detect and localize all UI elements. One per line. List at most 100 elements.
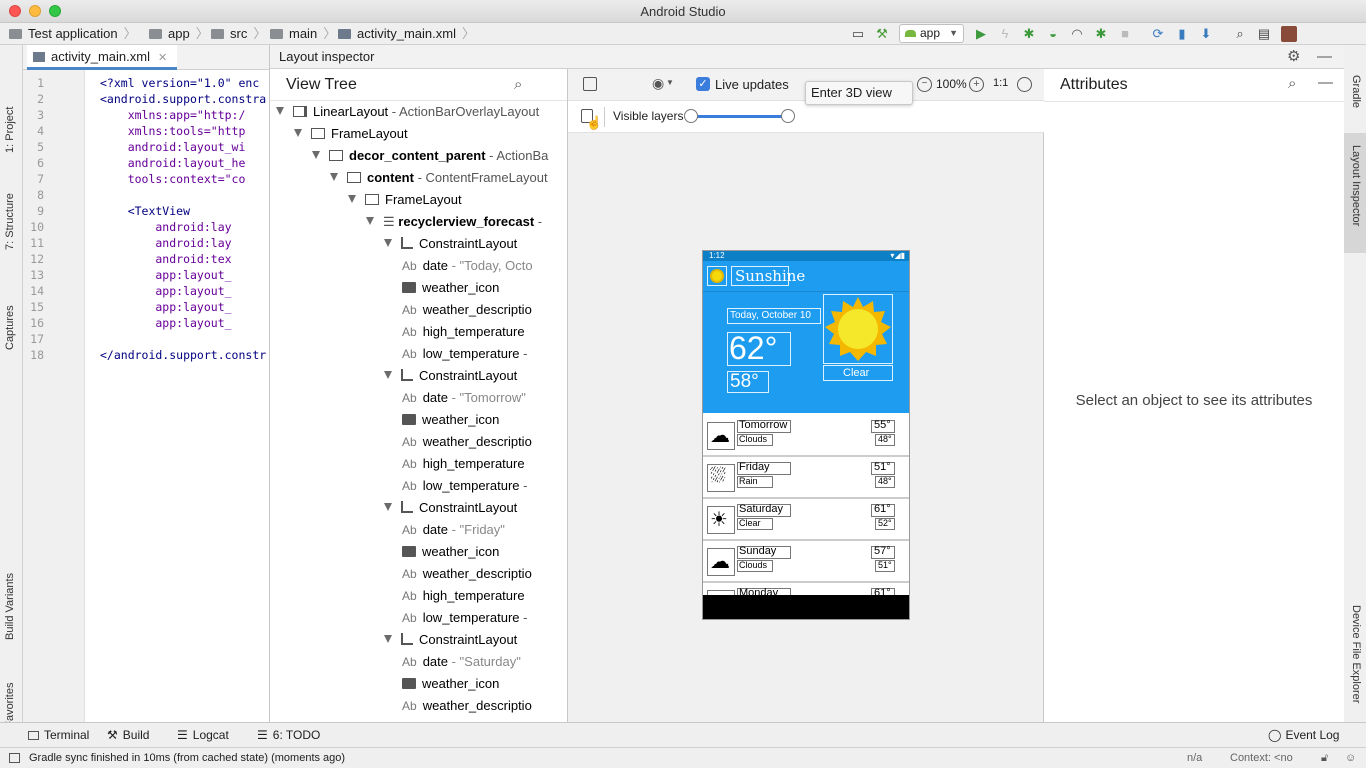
tree-row[interactable]: weather_icon bbox=[402, 277, 499, 299]
tree-row[interactable]: LinearLayout - ActionBarOverlayLayout bbox=[276, 101, 539, 123]
breadcrumb-app[interactable]: app 〉 bbox=[149, 23, 209, 45]
sync-icon[interactable]: ⟳ bbox=[1150, 26, 1166, 42]
device-icon[interactable]: ▮ bbox=[1174, 26, 1190, 42]
tree-row[interactable]: Ab high_temperature bbox=[402, 321, 525, 343]
expand-triangle-icon[interactable] bbox=[384, 635, 392, 643]
sun-icon bbox=[825, 297, 891, 361]
search-icon[interactable]: ⌕ bbox=[1232, 26, 1248, 42]
gear-icon[interactable]: ⚙ bbox=[1287, 45, 1300, 68]
code-line: xmlns:tools="http bbox=[100, 124, 246, 138]
expand-triangle-icon[interactable] bbox=[330, 173, 338, 181]
slider-handle-min[interactable] bbox=[684, 109, 698, 123]
tree-row[interactable]: FrameLayout bbox=[294, 123, 408, 145]
avd-manager-icon[interactable]: ▭ bbox=[850, 26, 866, 42]
build-tab[interactable]: ⚒ Build bbox=[107, 723, 149, 748]
make-project-icon[interactable]: ⚒ bbox=[874, 26, 890, 42]
tree-row[interactable]: weather_icon bbox=[402, 541, 499, 563]
profiler-icon[interactable]: ◠ bbox=[1069, 26, 1085, 42]
minimize-window-button[interactable] bbox=[29, 5, 41, 17]
view-tree[interactable]: LinearLayout - ActionBarOverlayLayout Fra… bbox=[270, 101, 567, 722]
hide-icon[interactable]: — bbox=[1317, 45, 1332, 68]
device-select-icon[interactable] bbox=[583, 77, 597, 91]
tree-row[interactable]: Ab weather_descriptio bbox=[402, 431, 532, 453]
search-icon[interactable]: ⌕ bbox=[1288, 75, 1296, 92]
project-structure-icon[interactable]: ▤ bbox=[1256, 26, 1272, 42]
hide-icon[interactable]: — bbox=[1318, 74, 1333, 91]
tree-row[interactable]: Ab high_temperature bbox=[402, 585, 525, 607]
sdk-manager-icon[interactable]: ⬇ bbox=[1198, 26, 1214, 42]
expand-triangle-icon[interactable] bbox=[384, 371, 392, 379]
expand-triangle-icon[interactable] bbox=[366, 217, 374, 225]
live-updates-checkbox[interactable]: ✓ bbox=[696, 77, 710, 91]
event-log-tab[interactable]: ◯ Event Log bbox=[1268, 723, 1339, 748]
code-lines[interactable]: <?xml version="1.0" enc <android.support.… bbox=[23, 70, 269, 722]
logcat-tab[interactable]: ☰ Logcat bbox=[177, 723, 229, 748]
tree-row[interactable]: Ab low_temperature - bbox=[402, 343, 527, 365]
tool-windows-icon[interactable] bbox=[9, 753, 20, 763]
run-config-select[interactable]: app ▼ bbox=[899, 24, 964, 43]
expand-triangle-icon[interactable] bbox=[384, 239, 392, 247]
tree-row[interactable]: Ab weather_descriptio bbox=[402, 299, 532, 321]
breadcrumb-project[interactable]: Test application 〉 bbox=[9, 23, 137, 45]
tree-row[interactable]: Ab weather_descriptio bbox=[402, 563, 532, 585]
expand-triangle-icon[interactable] bbox=[294, 129, 302, 137]
tree-row[interactable]: FrameLayout bbox=[348, 189, 462, 211]
tree-row[interactable]: Ab high_temperature bbox=[402, 453, 525, 475]
tree-row[interactable]: Ab low_temperature - bbox=[402, 475, 527, 497]
fit-screen-icon[interactable] bbox=[1017, 77, 1032, 92]
tree-row[interactable]: Ab date - "Saturday" bbox=[402, 651, 521, 673]
actual-size-button[interactable]: 1:1 bbox=[993, 77, 1008, 89]
breadcrumb-src[interactable]: src 〉 bbox=[211, 23, 266, 45]
slider-handle-max[interactable] bbox=[781, 109, 795, 123]
forecast-row[interactable]: ☁ Sunday Clouds 57° 51° bbox=[703, 541, 909, 583]
expand-triangle-icon[interactable] bbox=[384, 503, 392, 511]
tree-row[interactable]: ConstraintLayout bbox=[384, 365, 517, 387]
forecast-row[interactable]: ☀ Saturday Clear 61° 52° bbox=[703, 499, 909, 541]
breadcrumb-main[interactable]: main 〉 bbox=[270, 23, 336, 45]
tree-row[interactable]: Ab weather_descriptio bbox=[402, 695, 532, 717]
run-icon[interactable]: ▶ bbox=[973, 26, 989, 42]
tree-row[interactable]: content - ContentFrameLayout bbox=[330, 167, 548, 189]
close-icon[interactable]: ✕ bbox=[158, 52, 167, 64]
tree-row[interactable]: ConstraintLayout bbox=[384, 497, 517, 519]
expand-triangle-icon[interactable] bbox=[312, 151, 320, 159]
forecast-row[interactable]: ⛆ Friday Rain 51° 48° bbox=[703, 457, 909, 499]
attach-debugger-icon[interactable]: ✱ bbox=[1093, 26, 1109, 42]
tree-row[interactable]: decor_content_parent - ActionBa bbox=[312, 145, 548, 167]
editor-tab-activity-main[interactable]: activity_main.xml ✕ bbox=[27, 45, 177, 70]
zoom-in-icon[interactable]: + bbox=[969, 77, 984, 92]
expand-triangle-icon[interactable] bbox=[276, 107, 284, 115]
inspector-icon[interactable]: ☺ bbox=[1345, 748, 1356, 768]
navigation-bar: Test application 〉 app 〉 src 〉 main 〉 activi… bbox=[0, 23, 1366, 45]
tree-row[interactable]: Ab low_temperature - bbox=[402, 607, 527, 629]
tree-node-detail: - bbox=[519, 610, 528, 625]
tree-row[interactable]: Ab date - "Today, Octo bbox=[402, 255, 533, 277]
debug-icon[interactable]: ✱ bbox=[1021, 26, 1037, 42]
expand-triangle-icon[interactable] bbox=[348, 195, 356, 203]
breadcrumb-file[interactable]: activity_main.xml 〉 bbox=[338, 23, 475, 45]
tree-row[interactable]: weather_icon bbox=[402, 673, 499, 695]
profile-icon[interactable]: ◒ bbox=[1045, 26, 1061, 42]
tree-row[interactable]: ConstraintLayout bbox=[384, 629, 517, 651]
device-preview[interactable]: 1:12 ▾◢▮ Sunshine Today, October 10 62° 5… bbox=[702, 250, 910, 620]
tree-row[interactable]: ConstraintLayout bbox=[384, 233, 517, 255]
zoom-out-icon[interactable]: − bbox=[917, 77, 932, 92]
visible-layers-slider[interactable] bbox=[691, 115, 789, 118]
tree-row[interactable]: weather_icon bbox=[402, 409, 499, 431]
forecast-row[interactable]: ☁ Tomorrow Clouds 55° 48° bbox=[703, 415, 909, 457]
avatar[interactable] bbox=[1281, 26, 1297, 42]
chevron-down-icon[interactable]: ▼ bbox=[666, 78, 674, 87]
todo-tab[interactable]: ☰ 6: TODO bbox=[257, 723, 320, 748]
stop-icon[interactable]: ■ bbox=[1117, 26, 1133, 42]
close-window-button[interactable] bbox=[9, 5, 21, 17]
eye-icon[interactable]: ◉ bbox=[652, 75, 664, 92]
lock-icon[interactable]: 🔓︎ bbox=[1321, 748, 1328, 768]
search-icon[interactable]: ⌕ bbox=[514, 69, 522, 101]
terminal-tab[interactable]: Terminal bbox=[28, 723, 89, 748]
tree-row[interactable]: Ab date - "Tomorrow" bbox=[402, 387, 526, 409]
tree-row[interactable]: Ab date - "Friday" bbox=[402, 519, 505, 541]
text-view-icon: Ab bbox=[402, 435, 417, 449]
maximize-window-button[interactable] bbox=[49, 5, 61, 17]
tree-row[interactable]: ☰ recyclerview_forecast - bbox=[366, 211, 542, 233]
apply-changes-icon[interactable]: ϟ bbox=[997, 26, 1013, 42]
